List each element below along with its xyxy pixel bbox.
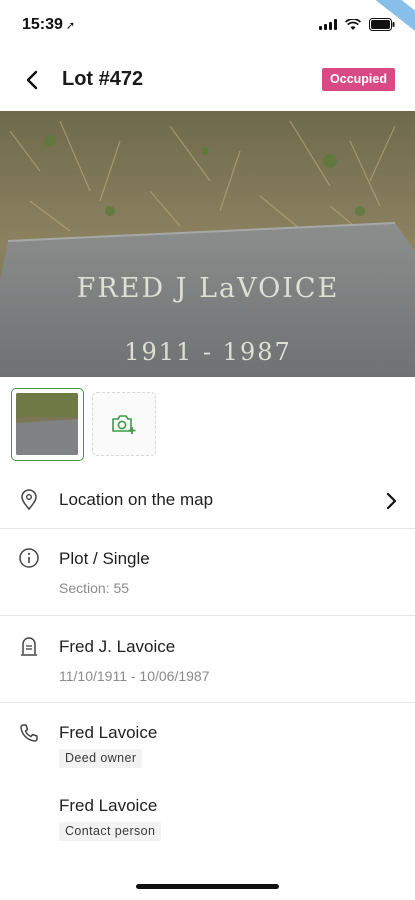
thumbnail-image (16, 393, 78, 455)
signal-icon (319, 19, 337, 30)
home-indicator (136, 884, 279, 889)
plot-type: Plot / Single (59, 549, 150, 568)
photo-thumbnail-selected[interactable] (11, 388, 84, 461)
phone-icon (20, 724, 38, 742)
location-row[interactable]: Location on the map (0, 478, 415, 528)
status-bar: 15:39 ➚ (0, 0, 415, 52)
deceased-name: Fred J. Lavoice (59, 637, 176, 656)
engraving-name: FRED J LaVOICE (77, 273, 340, 304)
contact-role-tag: Contact person (59, 822, 162, 841)
headstone-image: FRED J LaVOICE 1911 - 1987 (0, 111, 415, 377)
plot-row: Plot / Single Section: 55 (0, 529, 415, 615)
contact-name: Fred Lavoice (59, 723, 158, 742)
battery-icon (369, 18, 395, 31)
plot-section: Section: 55 (59, 580, 130, 596)
grave-photo[interactable]: FRED J LaVOICE 1911 - 1987 (0, 111, 415, 377)
status-icons (319, 18, 395, 31)
contact-row[interactable]: Fred Lavoice Deed owner (0, 703, 415, 783)
app-bar: Lot #472 Occupied (0, 58, 415, 102)
deceased-dates: 11/10/1911 - 10/06/1987 (59, 668, 210, 684)
back-arrow-icon (26, 70, 38, 90)
photo-thumbnails (11, 388, 156, 461)
camera-plus-icon (112, 415, 136, 434)
map-pin-icon (21, 489, 37, 511)
info-icon (19, 548, 39, 568)
back-button[interactable] (18, 66, 46, 94)
engraving-years: 1911 - 1987 (124, 338, 292, 366)
chevron-right-icon (386, 492, 397, 510)
contact-role-tag: Deed owner (59, 749, 143, 768)
contact-name: Fred Lavoice (59, 796, 158, 815)
contact-row[interactable]: Fred Lavoice Contact person (0, 783, 415, 853)
page-title: Lot #472 (62, 68, 144, 90)
status-badge: Occupied (322, 68, 395, 91)
deceased-row: Fred J. Lavoice 11/10/1911 - 10/06/1987 (0, 616, 415, 702)
add-photo-button[interactable] (92, 392, 156, 456)
location-label: Location on the map (59, 490, 214, 509)
status-time: 15:39 ➚ (22, 16, 76, 33)
wifi-icon (345, 18, 361, 30)
headstone-icon (21, 637, 37, 656)
location-arrow-icon: ➚ (65, 20, 76, 32)
